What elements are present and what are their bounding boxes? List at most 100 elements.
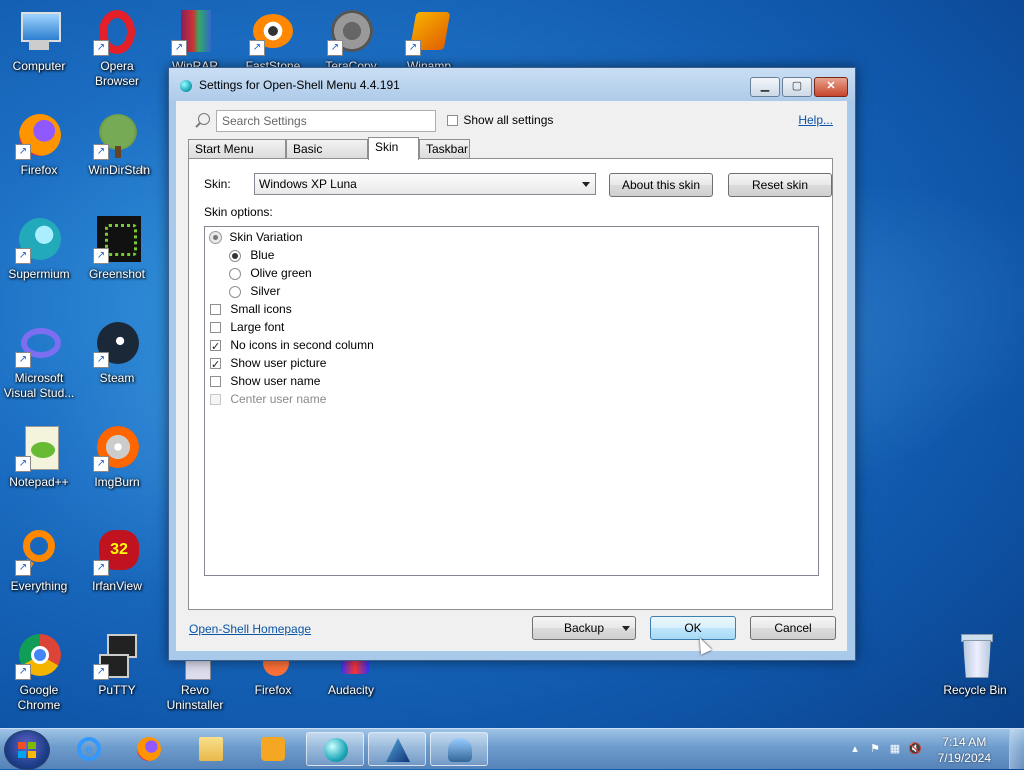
desktop-icon-label: Computer [12, 59, 66, 73]
desktop-icon-label: Steam [99, 371, 135, 385]
flag-icon[interactable]: ⚑ [868, 742, 882, 756]
tab-start-menu-style[interactable]: Start Menu Style [188, 139, 286, 174]
desktop-icon-label: IrfanView [92, 579, 142, 593]
internet-explorer-icon: e [77, 737, 101, 761]
shortcut-arrow-icon: ↗ [93, 456, 109, 472]
taskbar-internet-explorer[interactable]: e [60, 732, 118, 766]
option-small-icons[interactable]: Small icons [210, 300, 292, 318]
taskbar-media-player[interactable] [244, 732, 302, 766]
imgburn-icon: ↗ [93, 424, 141, 472]
volume-muted-icon[interactable]: 🔇 [908, 742, 922, 756]
desktop-icon-computer[interactable]: Computer [0, 8, 78, 74]
desktop-icon-recycle-bin[interactable]: Recycle Bin [936, 632, 1014, 698]
reset-skin-button[interactable]: Reset skin [728, 173, 832, 197]
start-button[interactable] [4, 730, 50, 770]
shortcut-arrow-icon: ↗ [327, 40, 343, 56]
desktop-icon-chrome[interactable]: ↗ Google Chrome [0, 632, 78, 713]
tab-basic-settings[interactable]: Basic Settings [286, 139, 368, 174]
checkbox-center-user-name [210, 394, 221, 406]
supermium-icon: ↗ [15, 216, 63, 264]
minimize-button[interactable]: ▁ [750, 77, 780, 97]
show-all-settings-checkbox[interactable]: Show all settings [447, 113, 553, 127]
tab-taskbar[interactable]: Taskbar [419, 139, 470, 158]
about-skin-button[interactable]: About this skin [609, 173, 713, 197]
option-show-user-name[interactable]: Show user name [210, 372, 320, 390]
option-large-font[interactable]: Large font [210, 318, 284, 336]
tab-skin[interactable]: Skin [368, 137, 419, 160]
desktop-icon-winrar[interactable]: ↗ WinRAR [156, 8, 234, 74]
desktop-icon-firefox[interactable]: ↗ Firefox [0, 112, 78, 178]
visual-studio-icon: ↗ [15, 320, 63, 368]
maximize-button[interactable]: ▢ [782, 77, 812, 97]
skin-panel: Skin: Windows XP Luna About this skin Re… [188, 158, 833, 610]
cancel-button[interactable]: Cancel [750, 616, 836, 640]
taskbar-classic-shell[interactable] [430, 732, 488, 766]
backup-button[interactable]: Backup [532, 616, 636, 640]
desktop-icon-label: Everything [10, 579, 68, 593]
option-olive-green[interactable]: Olive green [229, 264, 312, 282]
desktop-icon-supermium[interactable]: ↗ Supermium [0, 216, 78, 282]
help-link[interactable]: Help... [798, 113, 833, 127]
desktop-icon-label: Supermium [8, 267, 70, 281]
close-button[interactable]: ✕ [814, 77, 848, 97]
option-no-icons-second-column[interactable]: No icons in second column [210, 336, 374, 356]
radio-blue[interactable] [229, 249, 241, 262]
desktop-icon-opera[interactable]: ↗ Opera Browser [78, 8, 156, 89]
desktop-icon-label: PuTTY [98, 683, 136, 697]
desktop-icon-faststone[interactable]: ↗ FastStone [234, 8, 312, 74]
desktop-icon-putty[interactable]: ↗ PuTTY [78, 632, 156, 698]
radio-olive-green[interactable] [229, 267, 241, 280]
open-shell-icon [324, 738, 348, 762]
clock-date: 7/19/2024 [937, 751, 991, 765]
taskbar-open-shell-settings[interactable] [306, 732, 364, 766]
desktop-icon-label: Audacity [327, 683, 375, 697]
shortcut-arrow-icon: ↗ [171, 40, 187, 56]
desktop-icon-label: ImgBurn [94, 475, 140, 489]
option-silver[interactable]: Silver [229, 282, 280, 300]
open-shell-icon [180, 80, 192, 92]
shortcut-arrow-icon: ↗ [15, 144, 31, 160]
clock[interactable]: 7:14 AM 7/19/2024 [938, 734, 991, 766]
taskbar-open-shell-classic[interactable] [368, 732, 426, 766]
shortcut-arrow-icon: ↗ [249, 40, 265, 56]
desktop-icon-winamp[interactable]: ↗ Winamp [390, 8, 468, 74]
desktop-icon-label: Firefox [20, 163, 58, 177]
checkbox-small-icons[interactable] [210, 304, 221, 316]
greenshot-icon: ↗ [93, 216, 141, 264]
opera-icon: ↗ [93, 8, 141, 56]
desktop-icon-visual-studio[interactable]: ↗ Microsoft Visual Stud... [0, 320, 78, 401]
skin-dropdown[interactable]: Windows XP Luna [254, 173, 596, 195]
chevron-up-icon[interactable]: ▴ [848, 742, 862, 756]
settings-dialog: Settings for Open-Shell Menu 4.4.191 ▁ ▢… [168, 67, 856, 661]
computer-icon [15, 8, 63, 56]
desktop-icon-irfanview[interactable]: 32 ↗ IrfanView [78, 528, 156, 594]
checkbox-no-icons-second-column[interactable] [210, 338, 221, 356]
faststone-icon: ↗ [249, 8, 297, 56]
desktop-icon-imgburn[interactable]: ↗ ImgBurn [78, 424, 156, 490]
firefox-icon: ↗ [15, 112, 63, 160]
desktop-icon-notepadpp[interactable]: ↗ Notepad++ [0, 424, 78, 490]
desktop-icon-teracopy[interactable]: ↗ TeraCopy [312, 8, 390, 74]
windirstat-icon: ↗ [93, 112, 141, 160]
desktop-icon-steam[interactable]: ↗ Steam [78, 320, 156, 386]
show-desktop-button[interactable] [1009, 729, 1024, 769]
open-shell-homepage-link[interactable]: Open-Shell Homepage [189, 622, 311, 636]
option-blue[interactable]: Blue [229, 246, 274, 264]
radio-silver[interactable] [229, 285, 241, 298]
checkbox-large-font[interactable] [210, 322, 221, 334]
network-icon[interactable]: ▦ [888, 742, 902, 756]
chevron-down-icon [582, 182, 590, 187]
seashell-icon [448, 738, 472, 762]
taskbar-file-explorer[interactable] [182, 732, 240, 766]
checkbox-show-user-name[interactable] [210, 376, 221, 388]
checkbox-box[interactable] [447, 115, 458, 127]
option-show-user-picture[interactable]: Show user picture [210, 354, 326, 374]
checkbox-show-user-picture[interactable] [210, 356, 221, 374]
title-bar[interactable]: Settings for Open-Shell Menu 4.4.191 ▁ ▢… [169, 68, 855, 101]
taskbar-firefox[interactable] [120, 732, 178, 766]
ok-button[interactable]: OK [650, 616, 736, 640]
search-input[interactable] [216, 110, 436, 132]
desktop-icon-greenshot[interactable]: ↗ Greenshot [78, 216, 156, 282]
desktop-icon-partial[interactable]: In [140, 112, 170, 178]
desktop-icon-everything[interactable]: ↗ Everything [0, 528, 78, 594]
